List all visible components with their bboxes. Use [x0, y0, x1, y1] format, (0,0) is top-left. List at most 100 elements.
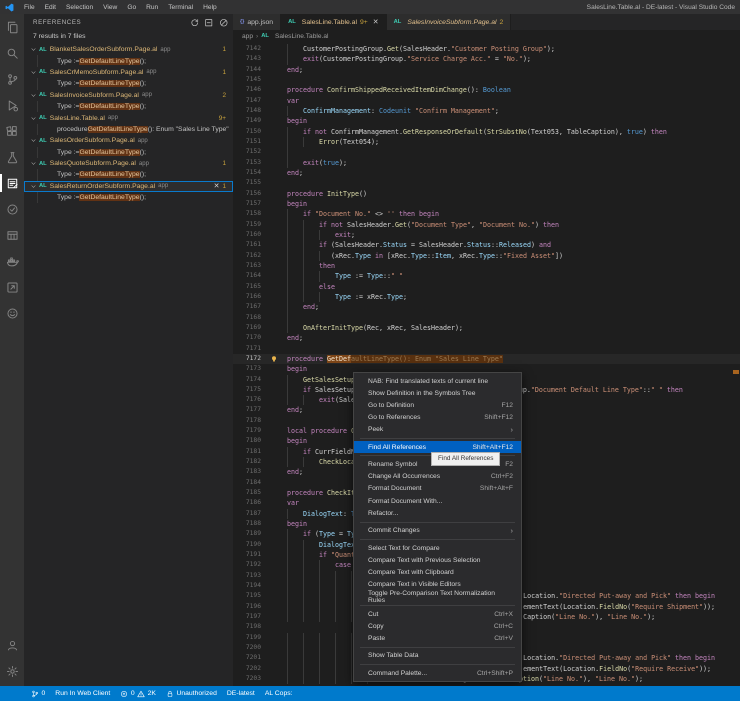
activitybar-references[interactable] — [0, 170, 24, 196]
reference-file-row[interactable]: ALSalesLine.Table.alapp9+ — [24, 112, 233, 123]
tab-app-json[interactable]: {}app.json — [233, 14, 281, 30]
reference-file-row[interactable]: ALBlanketSalesOrderSubform.Page.alapp1 — [24, 44, 233, 55]
code-line-7158[interactable]: 7158if "Document No." <> '' then begin — [233, 209, 740, 219]
context-menu-item-go-to-definition[interactable]: Go to DefinitionF12 — [354, 399, 521, 411]
tab-salesline-table-al[interactable]: ALSalesLine.Table.al9+✕ — [281, 14, 387, 30]
context-menu-item-format-document-with-[interactable]: Format Document With... — [354, 495, 521, 507]
code-line-7154[interactable]: 7154end; — [233, 168, 740, 178]
code-line-7142[interactable]: 7142CustomerPostingGroup.Get(SalesHeader… — [233, 44, 740, 54]
code-line-7169[interactable]: 7169OnAfterInitType(Rec, xRec, SalesHead… — [233, 323, 740, 333]
context-menu-item-show-table-data[interactable]: Show Table Data — [354, 650, 521, 662]
activitybar-extensions[interactable] — [0, 118, 24, 144]
reference-file-row[interactable]: ALSalesInvoiceSubform.Page.alapp2 — [24, 90, 233, 101]
activitybar-approvals[interactable] — [0, 196, 24, 222]
menubar-item-go[interactable]: Go — [122, 0, 141, 14]
code-line-7144[interactable]: 7144end; — [233, 65, 740, 75]
statusbar-problems[interactable]: 02K — [115, 686, 161, 701]
code-line-7151[interactable]: 7151Error(Text054); — [233, 137, 740, 147]
activitybar-remote-explorer[interactable] — [0, 274, 24, 300]
activitybar-explorer[interactable] — [0, 14, 24, 40]
code-line-7161[interactable]: 7161if (SalesHeader.Status = SalesHeader… — [233, 240, 740, 250]
activitybar-manage[interactable] — [0, 658, 24, 684]
menubar-item-file[interactable]: File — [19, 0, 40, 14]
context-menu-item-select-text-for-compare[interactable]: Select Text for Compare — [354, 542, 521, 554]
context-menu-item-copy[interactable]: CopyCtrl+C — [354, 620, 521, 632]
activitybar-table-data[interactable] — [0, 222, 24, 248]
close-tab-icon[interactable]: ✕ — [373, 18, 379, 26]
reference-line-row[interactable]: procedure GetDefaultLineType(): Enum "Sa… — [24, 124, 233, 135]
context-menu-item-commit-changes[interactable]: Commit Changes› — [354, 525, 521, 537]
breadcrumb[interactable]: app›ALSalesLine.Table.al — [233, 30, 740, 42]
refresh-button[interactable] — [190, 18, 200, 28]
activitybar-docker[interactable] — [0, 248, 24, 274]
activitybar-feedback[interactable] — [0, 300, 24, 326]
code-line-7166[interactable]: 7166Type := xRec.Type; — [233, 292, 740, 302]
reference-line-row[interactable]: Type := GetDefaultLineType(); — [24, 169, 233, 180]
menubar-item-selection[interactable]: Selection — [61, 0, 98, 14]
reference-file-row[interactable]: ALSalesOrderSubform.Page.alapp — [24, 135, 233, 146]
context-menu-item-command-palette-[interactable]: Command Palette...Ctrl+Shift+P — [354, 667, 521, 679]
context-menu-item-change-all-occurrences[interactable]: Change All OccurrencesCtrl+F2 — [354, 471, 521, 483]
reference-file-row[interactable]: ALSalesReturnOrderSubform.Page.alapp✕1 — [24, 181, 233, 192]
activitybar-account[interactable] — [0, 632, 24, 658]
code-line-7153[interactable]: 7153exit(true); — [233, 158, 740, 168]
context-menu-item-peek[interactable]: Peek› — [354, 424, 521, 436]
activitybar-run-and-debug[interactable] — [0, 92, 24, 118]
activitybar-test[interactable] — [0, 144, 24, 170]
clear-button[interactable] — [219, 18, 229, 28]
context-menu-item-refactor-[interactable]: Refactor... — [354, 507, 521, 519]
code-line-7162[interactable]: 7162(xRec.Type in [xRec.Type::Item, xRec… — [233, 251, 740, 261]
code-line-7167[interactable]: 7167end; — [233, 302, 740, 312]
statusbar-auth-status[interactable]: Unauthorized — [161, 686, 222, 701]
breadcrumb-file[interactable]: SalesLine.Table.al — [275, 33, 329, 40]
code-line-7164[interactable]: 7164Type := Type::" " — [233, 271, 740, 281]
code-line-7159[interactable]: 7159if not SalesHeader.Get("Document Typ… — [233, 220, 740, 230]
code-line-7152[interactable]: 7152 — [233, 147, 740, 157]
code-line-7150[interactable]: 7150if not ConfirmManagement.GetResponse… — [233, 127, 740, 137]
context-menu-item-go-to-references[interactable]: Go to ReferencesShift+F12 — [354, 412, 521, 424]
context-menu-item-format-document[interactable]: Format DocumentShift+Alt+F — [354, 483, 521, 495]
statusbar-environment[interactable]: DE-latest — [222, 686, 260, 701]
context-menu-item-show-definition-in-the-symbols-tree[interactable]: Show Definition in the Symbols Tree — [354, 387, 521, 399]
code-line-7168[interactable]: 7168 — [233, 313, 740, 323]
reference-file-row[interactable]: ALSalesQuoteSubform.Page.alapp1 — [24, 158, 233, 169]
reference-line-row[interactable]: Type := GetDefaultLineType(); — [24, 55, 233, 66]
breadcrumb-root[interactable]: app — [242, 33, 253, 40]
statusbar-source-control-status[interactable]: 0 — [26, 686, 50, 701]
statusbar-al-cops[interactable]: AL Cops: — [260, 686, 298, 701]
menubar-item-terminal[interactable]: Terminal — [163, 0, 198, 14]
activitybar-search[interactable] — [0, 40, 24, 66]
code-line-7147[interactable]: 7147var — [233, 96, 740, 106]
reference-line-row[interactable]: Type := GetDefaultLineType(); — [24, 101, 233, 112]
reference-file-row[interactable]: ALSalesCrMemoSubform.Page.alapp1 — [24, 67, 233, 78]
reference-line-row[interactable]: Type := GetDefaultLineType(); — [24, 78, 233, 89]
code-line-7160[interactable]: 7160exit; — [233, 230, 740, 240]
context-menu-item-toggle-pre-comparison-text-normalization[interactable]: Toggle Pre-Comparison Text Normalization… — [354, 591, 521, 603]
reference-line-row[interactable]: Type := GetDefaultLineType(); — [24, 147, 233, 158]
statusbar-run-in-web-client[interactable]: Run In Web Client — [50, 686, 115, 701]
context-menu-item-nab-find-translated-texts-of-current-lin[interactable]: NAB: Find translated texts of current li… — [354, 375, 521, 387]
code-line-7149[interactable]: 7149begin — [233, 116, 740, 126]
code-line-7145[interactable]: 7145 — [233, 75, 740, 85]
code-line-7148[interactable]: 7148ConfirmManagement: Codeunit "Confirm… — [233, 106, 740, 116]
menubar-item-edit[interactable]: Edit — [40, 0, 61, 14]
menubar-item-run[interactable]: Run — [141, 0, 163, 14]
code-line-7143[interactable]: 7143exit(CustomerPostingGroup."Service C… — [233, 54, 740, 64]
code-line-7156[interactable]: 7156procedure InitType() — [233, 189, 740, 199]
context-menu-item-cut[interactable]: CutCtrl+X — [354, 608, 521, 620]
code-line-7165[interactable]: 7165else — [233, 282, 740, 292]
activitybar-source-control[interactable] — [0, 66, 24, 92]
dismiss-reference-icon[interactable]: ✕ — [211, 182, 223, 190]
code-line-7155[interactable]: 7155 — [233, 178, 740, 188]
menubar-item-help[interactable]: Help — [198, 0, 222, 14]
context-menu-item-compare-text-with-clipboard[interactable]: Compare Text with Clipboard — [354, 566, 521, 578]
code-line-7163[interactable]: 7163then — [233, 261, 740, 271]
code-line-7170[interactable]: 7170end; — [233, 333, 740, 343]
tab-salesinvoicesubform-page-al[interactable]: ALSalesInvoiceSubform.Page.al2 — [387, 14, 512, 30]
context-menu-item-paste[interactable]: PasteCtrl+V — [354, 633, 521, 645]
code-line-7172[interactable]: 7172procedure GetDefaultLineType(): Enum… — [233, 354, 740, 364]
menubar-item-view[interactable]: View — [98, 0, 122, 14]
lightbulb-icon[interactable] — [261, 354, 287, 364]
collapse-all-button[interactable] — [204, 18, 214, 28]
reference-line-row[interactable]: Type := GetDefaultLineType(); — [24, 192, 233, 203]
